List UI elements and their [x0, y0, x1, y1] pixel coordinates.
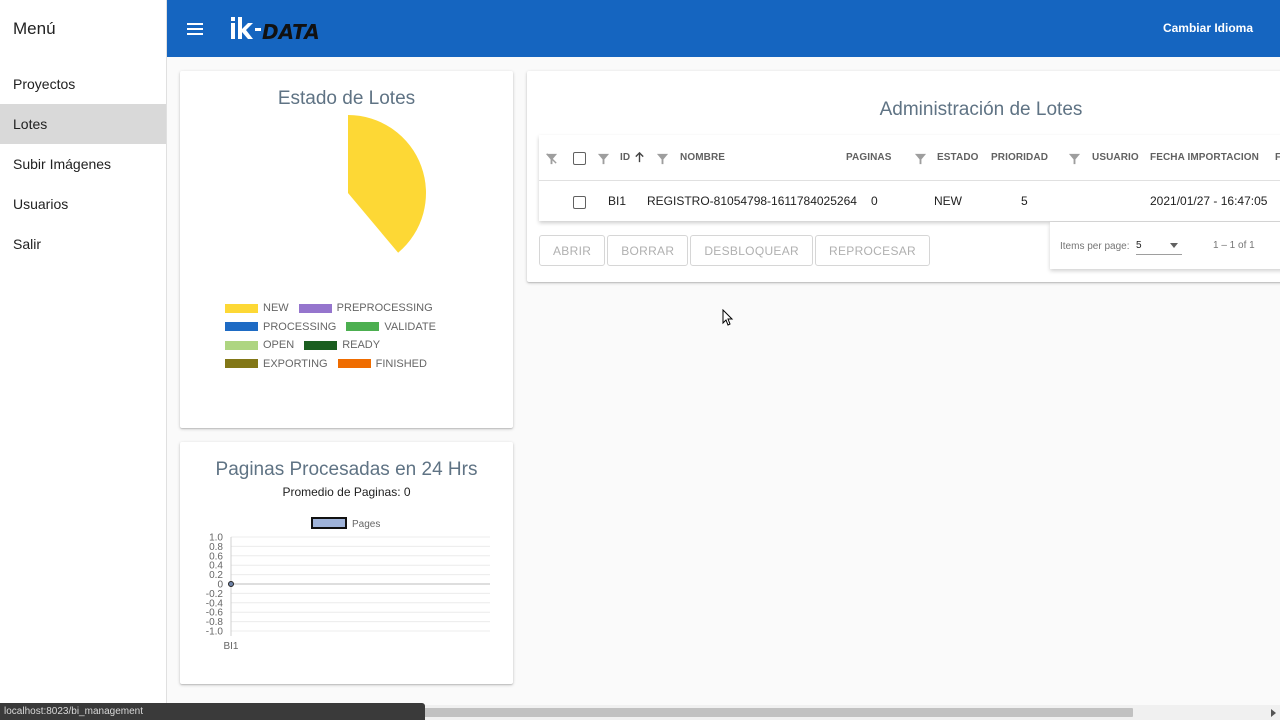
legend-row: EXPORTING FINISHED: [225, 355, 446, 374]
pie-legend: NEW PREPROCESSING PROCESSING VALIDATE OPEN RE…: [225, 299, 446, 373]
scroll-right-arrow-icon[interactable]: [1271, 709, 1276, 717]
legend-label-pages: Pages: [352, 519, 380, 530]
table-header: ID NOMBRE PAGINAS ESTADO PRIORIDAD USUAR…: [539, 135, 1280, 181]
column-header-prioridad[interactable]: PRIORIDAD: [991, 152, 1048, 163]
legend-label: EXPORTING: [263, 357, 328, 370]
legend-swatch: [346, 322, 380, 332]
select-all-checkbox[interactable]: [573, 152, 586, 165]
column-header-usuario[interactable]: USUARIO: [1092, 152, 1139, 163]
hamburger-menu-icon[interactable]: [187, 17, 211, 41]
legend-swatch-pages[interactable]: [311, 517, 347, 529]
legend-item-processing[interactable]: PROCESSING: [225, 321, 336, 333]
sort-arrow-up-icon[interactable]: [633, 151, 646, 164]
sidebar-item-subir-imagenes[interactable]: Subir Imágenes: [0, 144, 166, 184]
legend-swatch: [304, 340, 338, 350]
cell-id: BI1: [608, 194, 627, 208]
filter-usuario-icon[interactable]: [1068, 152, 1081, 165]
change-language-button[interactable]: Cambiar Idioma: [1163, 21, 1253, 35]
svg-text:DATA: DATA: [262, 20, 320, 44]
mouse-cursor-icon: [722, 309, 734, 326]
legend-swatch: [225, 303, 258, 313]
filter-id-icon[interactable]: [597, 152, 610, 165]
legend-label: NEW: [263, 302, 289, 315]
legend-item-open[interactable]: OPEN: [225, 339, 294, 351]
cell-fecha-importacion: 2021/01/27 - 16:47:05: [1150, 194, 1268, 208]
legend-row: NEW PREPROCESSING: [225, 299, 446, 318]
column-header-id[interactable]: ID: [620, 152, 630, 163]
cell-prioridad: 5: [1021, 194, 1028, 208]
y-tick-label: -1.0: [206, 627, 224, 638]
estado-lotes-card: Estado de Lotes NEW PREPROCESSING PROCESSI…: [180, 71, 513, 428]
legend-swatch: [225, 340, 258, 350]
sidebar-item-lotes[interactable]: Lotes: [0, 104, 166, 144]
reprocesar-button[interactable]: REPROCESAR: [815, 235, 931, 266]
sidebar-item-proyectos[interactable]: Proyectos: [0, 64, 166, 104]
estado-pie-chart: [348, 115, 426, 253]
cell-paginas: 0: [871, 194, 878, 208]
status-bar-url: localhost:8023/bi_management: [0, 703, 425, 720]
column-header-next[interactable]: FE: [1275, 152, 1280, 163]
items-per-page-label: Items per page:: [1060, 241, 1130, 252]
sidebar-list: Proyectos Lotes Subir Imágenes Usuarios …: [0, 64, 166, 264]
page-range-label: 1 – 1 of 1: [1213, 240, 1255, 251]
column-header-nombre[interactable]: NOMBRE: [680, 152, 725, 163]
filter-nombre-icon[interactable]: [656, 152, 669, 165]
sidebar: Menú Proyectos Lotes Subir Imágenes Usua…: [0, 0, 167, 720]
legend-row: OPEN READY: [225, 336, 446, 355]
top-app-bar: DATA Cambiar Idioma: [167, 0, 1280, 57]
legend-label: READY: [342, 339, 381, 352]
ik-data-logo: DATA: [229, 14, 349, 44]
paginas-procesadas-card: Paginas Procesadas en 24 Hrs Promedio de…: [180, 442, 513, 684]
column-header-fecha-importacion[interactable]: FECHA IMPORTACION: [1150, 152, 1259, 163]
cell-estado: NEW: [934, 194, 962, 208]
legend-item-validate[interactable]: VALIDATE: [346, 321, 436, 333]
sidebar-item-usuarios[interactable]: Usuarios: [0, 184, 166, 224]
cell-nombre: REGISTRO-81054798-1611784025264: [647, 194, 857, 208]
action-buttons: ABRIR BORRAR DESBLOQUEAR REPROCESAR: [539, 235, 931, 266]
items-per-page-select[interactable]: 5: [1136, 235, 1182, 255]
sidebar-title: Menú: [13, 18, 56, 38]
desbloquear-button[interactable]: DESBLOQUEAR: [690, 235, 813, 266]
legend-row: PROCESSING VALIDATE: [225, 318, 446, 337]
borrar-button[interactable]: BORRAR: [607, 235, 689, 266]
legend-item-preprocessing[interactable]: PREPROCESSING: [298, 302, 433, 315]
pages-line-chart: Pages1.00.80.60.40.20-0.2-0.4-0.6-0.8-1.…: [206, 517, 490, 652]
legend-item-exporting[interactable]: EXPORTING: [225, 358, 328, 370]
legend-label: OPEN: [263, 339, 295, 352]
column-header-estado[interactable]: ESTADO: [937, 152, 979, 163]
legend-label: VALIDATE: [384, 320, 436, 333]
legend-item-finished[interactable]: FINISHED: [337, 357, 427, 370]
legend-item-new[interactable]: NEW: [225, 302, 289, 314]
legend-label: FINISHED: [375, 357, 427, 370]
lotes-table: ID NOMBRE PAGINAS ESTADO PRIORIDAD USUAR…: [539, 135, 1280, 221]
row-checkbox[interactable]: [573, 196, 586, 209]
legend-swatch: [225, 359, 258, 369]
x-tick-label: BI1: [223, 641, 238, 652]
items-per-page-value: 5: [1136, 240, 1142, 251]
abrir-button[interactable]: ABRIR: [539, 235, 606, 266]
data-point[interactable]: [228, 581, 234, 587]
paginator: Items per page: 5 1 – 1 of 1: [1050, 222, 1280, 269]
table-row[interactable]: BI1 REGISTRO-81054798-1611784025264 0 NE…: [539, 181, 1280, 221]
legend-swatch: [298, 303, 332, 313]
pie-slice-new[interactable]: [348, 115, 426, 253]
legend-item-ready[interactable]: READY: [304, 339, 380, 351]
filter-estado-icon[interactable]: [914, 152, 927, 165]
column-header-paginas[interactable]: PAGINAS: [846, 152, 892, 163]
legend-swatch: [225, 322, 258, 332]
legend-swatch: [337, 359, 371, 369]
logo-wordmark: DATA: [231, 16, 320, 44]
clear-filter-icon[interactable]: [545, 152, 558, 165]
sidebar-item-salir[interactable]: Salir: [0, 224, 166, 264]
legend-label: PREPROCESSING: [336, 302, 433, 315]
admin-lotes-title: Administración de Lotes: [879, 99, 1083, 120]
dropdown-arrow-icon: [1170, 243, 1178, 248]
legend-label: PROCESSING: [263, 320, 337, 333]
